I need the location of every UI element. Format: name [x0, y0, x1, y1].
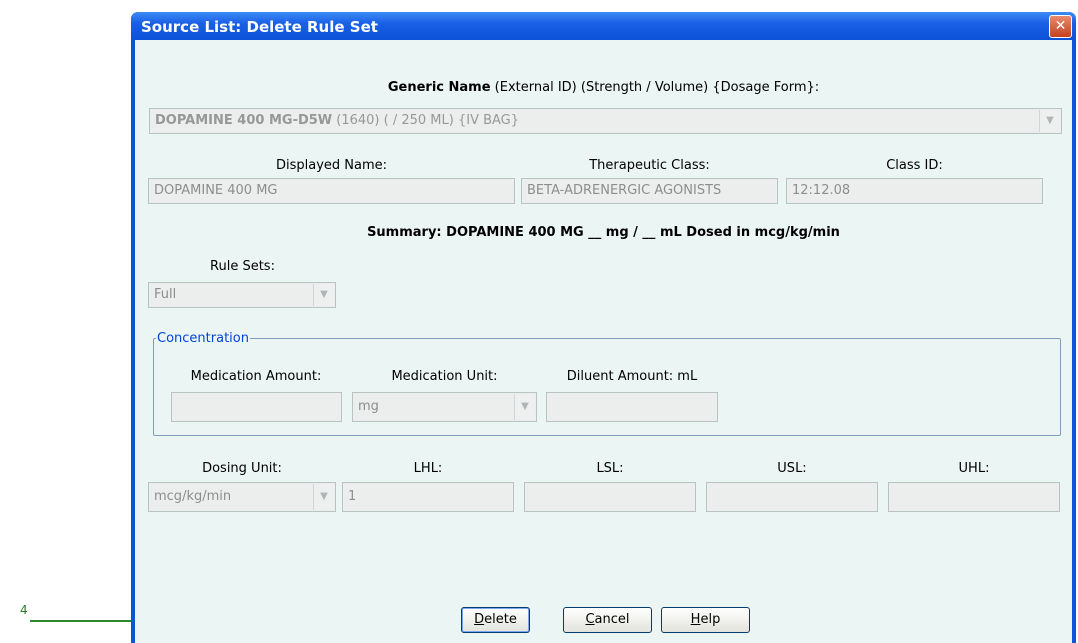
rule-sets-label: Rule Sets:	[210, 259, 275, 274]
medication-unit-label: Medication Unit:	[391, 369, 498, 384]
help-button[interactable]: Help	[661, 607, 750, 633]
dialog-body: Generic Name (External ID) (Strength / V…	[135, 40, 1072, 643]
class-id-field[interactable]: 12:12.08	[786, 178, 1043, 204]
delete-button[interactable]: Delete	[461, 607, 530, 633]
therapeutic-class-field[interactable]: BETA-ADRENERGIC AGONISTS	[521, 178, 778, 204]
generic-name-details: (1640) ( / 250 ML) {IV BAG}	[332, 113, 520, 128]
dosing-unit-combo[interactable]: mcg/kg/min ▼	[148, 482, 336, 512]
lhl-label: LHL:	[413, 461, 443, 476]
diluent-amount-label: Diluent Amount: mL	[566, 369, 698, 384]
generic-name-combo[interactable]: DOPAMINE 400 MG-D5W (1640) ( / 250 ML) {…	[149, 108, 1062, 134]
rule-sets-combo[interactable]: Full ▼	[148, 282, 336, 308]
generic-name-label: Generic Name	[387, 80, 491, 95]
usl-label: USL:	[777, 461, 807, 476]
lsl-label: LSL:	[596, 461, 624, 476]
generic-name-header: Generic Name (External ID) (Strength / V…	[135, 80, 1072, 95]
diluent-amount-field[interactable]	[546, 392, 718, 422]
help-label: elp	[700, 612, 721, 627]
close-icon: ✕	[1054, 18, 1067, 34]
delete-label: elete	[484, 612, 517, 627]
summary-text: Summary: DOPAMINE 400 MG __ mg / __ mL D…	[367, 225, 840, 240]
dosing-unit-label: Dosing Unit:	[202, 461, 282, 476]
chevron-down-icon[interactable]: ▼	[514, 394, 535, 420]
chevron-down-icon[interactable]: ▼	[313, 284, 334, 306]
cancel-button[interactable]: Cancel	[563, 607, 652, 633]
class-id-label: Class ID:	[886, 158, 943, 173]
dosing-unit-value: mcg/kg/min	[154, 489, 232, 504]
displayed-name-label: Displayed Name:	[275, 158, 388, 173]
window-title: Source List: Delete Rule Set	[141, 18, 378, 36]
lhl-field[interactable]: 1	[342, 482, 514, 512]
generic-name-value: DOPAMINE 400 MG-D5W	[155, 113, 333, 128]
uhl-field[interactable]	[888, 482, 1060, 512]
help-mnemonic: H	[690, 612, 701, 627]
delete-mnemonic: D	[474, 612, 485, 627]
lsl-field[interactable]	[524, 482, 696, 512]
displayed-name-field[interactable]: DOPAMINE 400 MG	[148, 178, 515, 204]
uhl-label: UHL:	[958, 461, 990, 476]
cancel-label: ancel	[594, 612, 630, 627]
title-bar[interactable]: Source List: Delete Rule Set ✕	[131, 12, 1076, 40]
medication-unit-value: mg	[358, 399, 379, 414]
callout-number: 4	[20, 603, 28, 617]
usl-field[interactable]	[706, 482, 878, 512]
generic-name-format: (External ID) (Strength / Volume) {Dosag…	[490, 80, 820, 95]
delete-rule-set-dialog: Source List: Delete Rule Set ✕ Generic N…	[131, 12, 1076, 643]
medication-amount-field[interactable]	[171, 392, 342, 422]
therapeutic-class-label: Therapeutic Class:	[589, 158, 710, 173]
chevron-down-icon[interactable]: ▼	[313, 484, 334, 510]
concentration-legend: Concentration	[157, 331, 249, 346]
medication-unit-combo[interactable]: mg ▼	[352, 392, 537, 422]
cancel-mnemonic: C	[585, 612, 595, 627]
medication-amount-label: Medication Amount:	[190, 369, 322, 384]
rule-sets-value: Full	[154, 287, 177, 302]
chevron-down-icon[interactable]: ▼	[1039, 110, 1060, 132]
close-button[interactable]: ✕	[1049, 15, 1072, 38]
